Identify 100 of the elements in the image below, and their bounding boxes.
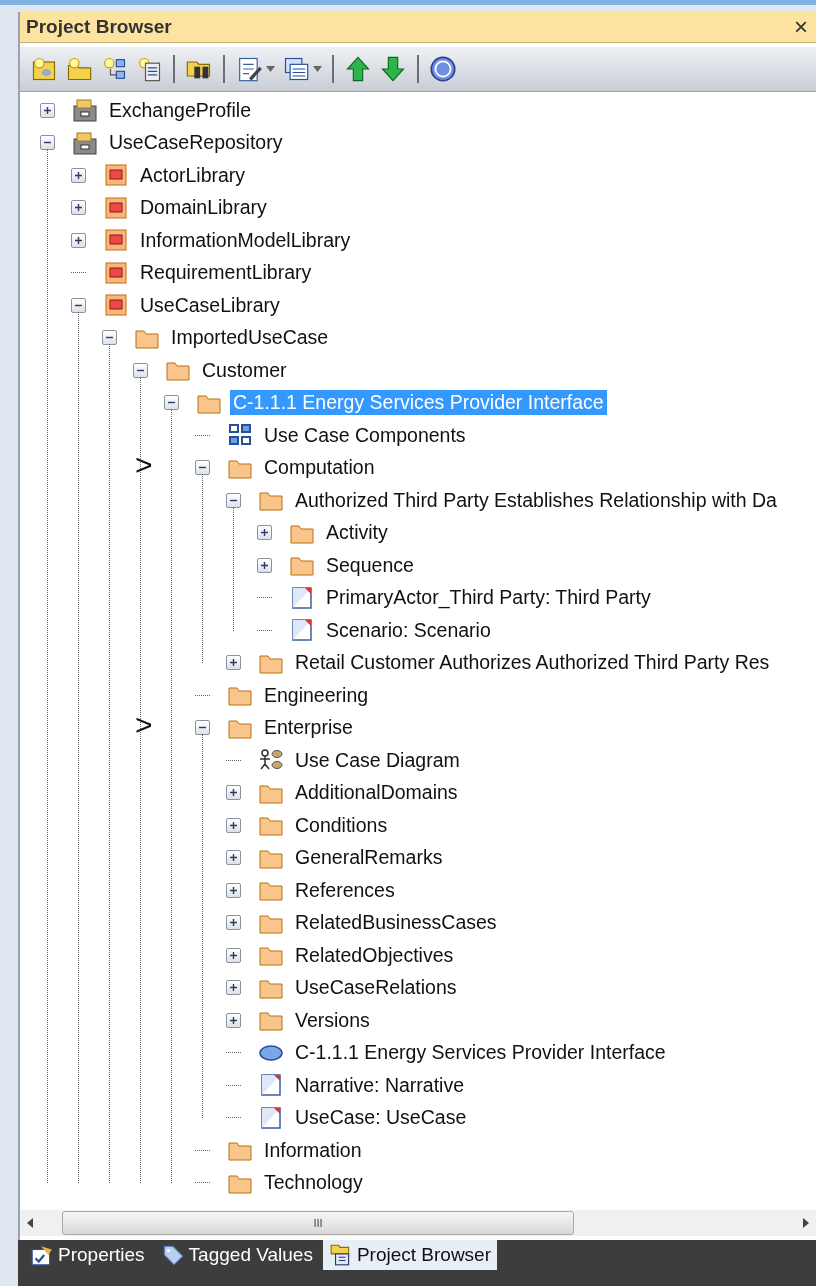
panel-tab[interactable]: Project Browser xyxy=(322,1240,498,1270)
panel-title: Project Browser xyxy=(26,16,172,38)
tree-item[interactable]: UseCase: UseCase xyxy=(292,1105,470,1131)
expand-toggle[interactable] xyxy=(71,232,86,248)
expand-toggle[interactable] xyxy=(71,200,86,216)
tree-item[interactable]: Narrative: Narrative xyxy=(292,1072,468,1098)
tree-item[interactable]: Conditions xyxy=(292,812,391,838)
tree-item[interactable]: InformationModelLibrary xyxy=(137,227,354,253)
expand-toggle[interactable] xyxy=(40,102,55,118)
expand-toggle[interactable] xyxy=(226,1012,241,1028)
expand-toggle[interactable] xyxy=(226,817,241,833)
plus-icon xyxy=(229,820,238,830)
document-icon xyxy=(289,584,315,611)
expand-toggle[interactable] xyxy=(257,525,272,541)
up-arrow-icon[interactable] xyxy=(344,55,372,83)
tree-item[interactable]: Sequence xyxy=(323,552,417,578)
tree-item[interactable]: DomainLibrary xyxy=(137,195,270,221)
plus-icon xyxy=(74,170,83,180)
tree-item[interactable]: Engineering xyxy=(261,682,372,708)
expand-toggle[interactable] xyxy=(71,167,86,183)
collapse-toggle[interactable] xyxy=(195,460,210,476)
package-icon xyxy=(103,162,129,189)
pointer-mark: > xyxy=(135,447,153,482)
tree-item[interactable]: AdditionalDomains xyxy=(292,780,461,806)
plus-icon xyxy=(229,788,238,798)
tree-item[interactable]: RelatedBusinessCases xyxy=(292,910,500,936)
tree-item[interactable]: References xyxy=(292,877,398,903)
tree-item[interactable]: Computation xyxy=(261,455,378,481)
close-button[interactable]: × xyxy=(792,13,810,41)
plus-icon xyxy=(229,658,238,668)
plus-icon xyxy=(74,235,83,245)
plus-icon xyxy=(229,918,238,928)
tree-item[interactable]: PrimaryActor_Third Party: Third Party xyxy=(323,585,654,611)
stacked-windows-icon[interactable] xyxy=(282,55,310,83)
panel-tab[interactable]: Properties xyxy=(24,1240,151,1270)
package-icon xyxy=(103,227,129,254)
tree-item[interactable]: Customer xyxy=(199,357,290,383)
tree-item[interactable]: RequirementLibrary xyxy=(137,260,315,286)
package-icon xyxy=(103,259,129,286)
plus-icon xyxy=(229,1015,238,1025)
tree-item[interactable]: Authorized Third Party Establishes Relationship with Da xyxy=(292,487,780,513)
plus-icon xyxy=(74,203,83,213)
caret-icon[interactable] xyxy=(313,66,322,72)
panel-tab[interactable]: Tagged Values xyxy=(154,1240,319,1270)
expand-toggle[interactable] xyxy=(226,980,241,996)
package-icon xyxy=(103,194,129,221)
plus-icon xyxy=(229,853,238,863)
tree-item[interactable]: Technology xyxy=(261,1170,366,1196)
help-icon[interactable] xyxy=(429,55,457,83)
pointer-mark: > xyxy=(135,707,153,742)
tree-item[interactable]: Versions xyxy=(292,1007,373,1033)
collapse-toggle[interactable] xyxy=(102,330,117,346)
down-arrow-icon[interactable] xyxy=(379,55,407,83)
collapse-toggle[interactable] xyxy=(164,395,179,411)
expand-toggle[interactable] xyxy=(226,882,241,898)
expand-toggle[interactable] xyxy=(226,785,241,801)
tree-item[interactable]: Use Case Components xyxy=(261,422,469,448)
document-icon xyxy=(289,617,315,644)
package-icon xyxy=(103,292,129,319)
tree-item[interactable]: Retail Customer Authorizes Authorized Third Party Res xyxy=(292,650,773,676)
tree-item[interactable]: UseCaseRepository xyxy=(106,130,286,156)
cabinet-icon xyxy=(72,129,98,156)
tree-item[interactable]: ImportedUseCase xyxy=(168,325,332,351)
collapse-toggle[interactable] xyxy=(40,135,55,151)
tree-item[interactable]: Information xyxy=(261,1137,365,1163)
document-icon xyxy=(258,1072,284,1099)
document-icon xyxy=(258,1104,284,1131)
plus-icon xyxy=(229,885,238,895)
expand-toggle[interactable] xyxy=(226,915,241,931)
expand-toggle[interactable] xyxy=(226,850,241,866)
horizontal-scrollbar[interactable]: III xyxy=(20,1210,816,1236)
collapse-toggle[interactable] xyxy=(226,492,241,508)
scroll-thumb[interactable]: III xyxy=(62,1211,574,1235)
expand-toggle[interactable] xyxy=(226,655,241,671)
plus-icon xyxy=(260,528,269,538)
collapse-toggle[interactable] xyxy=(133,362,148,378)
expand-toggle[interactable] xyxy=(257,557,272,573)
sparkle-folder-icon[interactable] xyxy=(65,55,93,83)
tree-item[interactable]: Scenario: Scenario xyxy=(323,617,494,643)
tree-item[interactable]: RelatedObjectives xyxy=(292,942,457,968)
checklist-icon xyxy=(30,1243,54,1267)
tree-item[interactable]: UseCaseLibrary xyxy=(137,292,283,318)
collapse-toggle[interactable] xyxy=(71,297,86,313)
plus-icon xyxy=(260,560,269,570)
tree-item[interactable]: ActorLibrary xyxy=(137,162,249,188)
sparkle-package-icon[interactable] xyxy=(30,55,58,83)
tree-item[interactable]: UseCaseRelations xyxy=(292,975,460,1001)
plus-icon xyxy=(229,983,238,993)
collapse-toggle[interactable] xyxy=(195,720,210,736)
tree-item[interactable]: Use Case Diagram xyxy=(292,747,463,773)
plus-icon xyxy=(43,105,52,115)
tree-item[interactable]: GeneralRemarks xyxy=(292,845,446,871)
tree-item[interactable]: Enterprise xyxy=(261,715,356,741)
caret-icon[interactable] xyxy=(266,66,275,72)
tree-item[interactable]: Activity xyxy=(323,520,391,546)
tree-item[interactable]: C-1.1.1 Energy Services Provider Interface xyxy=(292,1040,669,1066)
tree-item[interactable]: ExchangeProfile xyxy=(106,97,254,123)
plus-icon xyxy=(229,950,238,960)
expand-toggle[interactable] xyxy=(226,947,241,963)
cabinet-icon xyxy=(72,97,98,124)
